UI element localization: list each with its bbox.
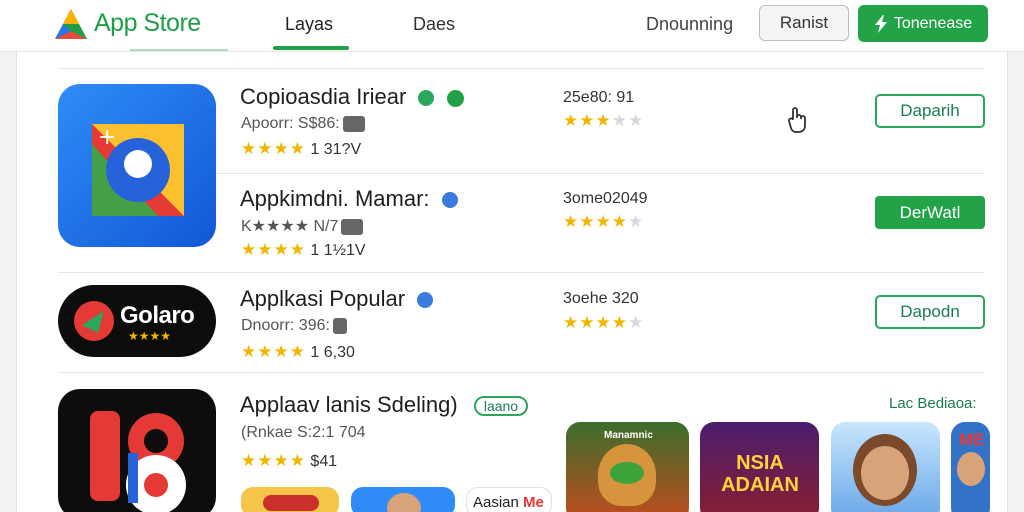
thumb-adaian[interactable]: NSIA ADAIAN [700,422,819,512]
bolt-icon [874,14,887,33]
divider [58,68,984,69]
app-title-text: Appkimdni. Mamar: [240,186,430,211]
star-empty-icon: ★★ [611,111,645,130]
primary-button[interactable]: Tonenease [858,5,988,42]
app-rating: ★★★★ $41 [241,451,337,471]
icon-label: Golaro [120,302,195,329]
app-price: Apoorr: S$86: [241,115,340,132]
app-meta: 3ome02049 [563,190,648,207]
mini-card-label-red: Me [523,494,544,511]
download-button[interactable]: Daparih [875,94,985,128]
tab-layas[interactable]: Layas [285,14,333,35]
rating-count: 1 6,30 [310,344,355,361]
see-more-link[interactable]: Lac Bediaoa: [889,395,977,412]
tag-icon [332,317,347,334]
mini-card[interactable] [241,487,339,512]
thumb-title: ME [959,430,985,449]
star-rating-icon: ★★★★ [241,342,306,361]
thumb-cartoon-dog[interactable]: Manamnic [566,422,689,512]
thumb-boy[interactable]: ME [951,422,990,512]
meta-rating: ★★★★★ [563,212,644,232]
app-meta: 3oehe 320 [563,290,639,307]
verified-badge-icon [441,192,458,209]
app-icon-copioasdia[interactable]: + [58,84,216,247]
tag-icon [342,115,365,132]
secondary-button[interactable]: Ranist [759,5,849,41]
app-store-logo-icon[interactable] [52,6,90,44]
mini-card[interactable]: Aasian Me [466,487,552,512]
app-rating: ★★★★ 1 31?V [241,139,361,159]
mini-card-face [387,493,421,512]
app-price: Dnoorr: 396: [241,317,330,334]
app-meta: 25e80: 91 [563,89,635,106]
number-logo-icon [90,411,186,512]
app-title-text: Copioasdia Iriear [240,84,407,109]
star-rating-icon: ★★★★ [563,313,628,332]
app-subtitle: K★★★★ N/7 [241,216,364,236]
star-rating-icon: ★★★★ [241,451,306,470]
hand-cursor-icon [788,107,806,133]
rating-count: 1 31?V [310,141,362,158]
brand-title[interactable]: App Store [94,9,201,38]
thumb-title: NSIA ADAIAN [721,452,799,496]
tag-icon [341,218,364,235]
app-logo-icon: + [92,124,184,216]
verified-badge-icon [446,89,464,107]
app-icon-18[interactable] [58,389,216,512]
verified-badge-icon [418,90,435,107]
star-empty-icon: ★ [627,313,645,332]
nav-link[interactable]: Dnounning [646,14,733,35]
app-price: K★★★★ N/7 [241,218,339,235]
app-subtitle: (Rnkae S:2:1 704 [241,424,366,441]
star-rating-icon: ★★★★ [241,240,306,259]
tab-hint-line [130,49,228,51]
download-button[interactable]: DerWatl [875,196,985,229]
app-icon-golaro[interactable]: Golaro ★★★★ [58,285,216,357]
app-title[interactable]: Copioasdia Iriear [240,84,464,110]
app-title[interactable]: Applkasi Popular [240,286,434,312]
app-title[interactable]: Appkimdni. Mamar: [240,186,458,212]
verified-badge-icon [417,292,434,309]
rating-count: 1 1½1V [310,242,366,259]
divider [58,272,984,273]
active-tab-indicator [273,46,349,50]
thumb-cartoon-girl[interactable] [831,422,940,512]
app-subtitle: Apoorr: S$86: [241,115,365,133]
mini-card[interactable] [351,487,455,512]
thumb-title: Manamnic [604,430,653,441]
character-face [957,452,985,486]
divider [58,372,984,373]
character-face [861,446,909,500]
mini-card-label: Aasian [473,494,519,511]
star-rating-icon: ★★★ [563,111,612,130]
pill-badge[interactable]: laano [473,396,529,417]
mini-card-art [263,495,319,511]
app-rating: ★★★★ 1 1½1V [241,240,366,260]
character-eyes [610,462,644,484]
svg-text:+: + [98,125,116,150]
star-empty-icon: ★ [627,212,645,231]
meta-rating: ★★★★★ [563,111,644,131]
primary-button-label: Tonenease [893,14,973,32]
meta-rating: ★★★★★ [563,313,644,333]
star-rating-icon: ★★★★ [128,329,172,343]
download-button[interactable]: Dapodn [875,295,985,329]
app-title[interactable]: Applaav lanis Sdeling) laano [240,392,529,418]
app-title-text: Applaav lanis Sdeling) [240,392,458,417]
star-rating-icon: ★★★★ [241,139,306,158]
tab-daes[interactable]: Daes [413,14,455,35]
app-subtitle: Dnoorr: 396: [241,317,347,335]
top-bar: App Store Layas Daes Dnounning Ranist To… [0,0,1024,52]
rating-count: $41 [310,453,338,470]
app-title-text: Applkasi Popular [240,286,406,311]
app-rating: ★★★★ 1 6,30 [241,342,355,362]
star-rating-icon: ★★★★ [563,212,628,231]
